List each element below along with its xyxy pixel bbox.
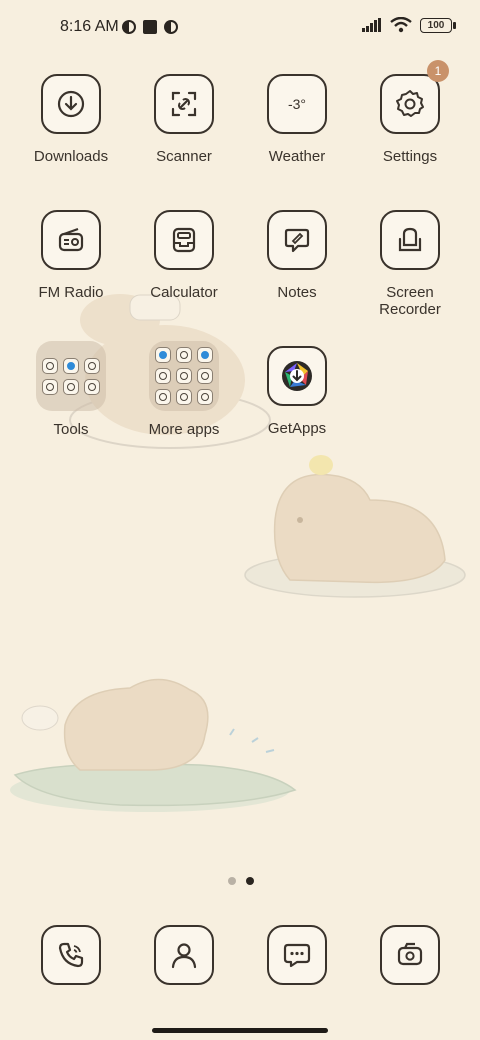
folder-more-apps[interactable]: More apps xyxy=(129,341,239,438)
radio-icon xyxy=(41,210,101,270)
downloads-icon xyxy=(41,74,101,134)
app-notification-icon xyxy=(122,20,136,34)
app-label: Screen Recorder xyxy=(379,284,441,318)
folder-tools[interactable]: Tools xyxy=(16,341,126,438)
app-scanner[interactable]: Scanner xyxy=(129,74,239,165)
folder-icon xyxy=(149,341,219,411)
app-label: FM Radio xyxy=(38,284,104,301)
app-label: Scanner xyxy=(156,148,212,165)
app-notification-icon xyxy=(164,20,178,34)
wifi-icon xyxy=(390,17,412,33)
messages-icon[interactable] xyxy=(267,925,327,985)
calculator-icon xyxy=(154,210,214,270)
page-indicator xyxy=(228,877,254,885)
app-fm-radio[interactable]: FM Radio xyxy=(16,210,126,301)
status-bar: 8:16 AM 100 xyxy=(0,0,480,56)
app-settings[interactable]: 1 Settings xyxy=(355,60,465,165)
notification-badge: 1 xyxy=(427,60,449,82)
app-weather[interactable]: -3° Weather xyxy=(242,74,352,165)
folder-icon xyxy=(36,341,106,411)
gear-icon xyxy=(380,74,440,134)
screen-recorder-icon xyxy=(380,210,440,270)
folder-label: More apps xyxy=(148,421,220,438)
app-label: Calculator xyxy=(150,284,218,301)
app-screen-recorder[interactable]: Screen Recorder xyxy=(355,210,465,318)
app-calculator[interactable]: Calculator xyxy=(129,210,239,301)
app-getapps[interactable]: GetApps xyxy=(242,346,352,437)
notification-icons xyxy=(121,19,179,35)
app-downloads[interactable]: Downloads xyxy=(16,74,126,165)
system-icons: 100 xyxy=(362,17,456,33)
weather-icon: -3° xyxy=(267,74,327,134)
folder-label: Tools xyxy=(53,421,89,438)
app-label: Settings xyxy=(382,148,438,165)
battery-indicator: 100 xyxy=(420,17,456,33)
app-label: Weather xyxy=(268,148,326,165)
app-notes[interactable]: Notes xyxy=(242,210,352,301)
weather-temperature: -3° xyxy=(287,96,307,112)
home-gesture-bar[interactable] xyxy=(152,1028,328,1033)
square-notification-icon xyxy=(143,20,157,34)
page-dot-active[interactable] xyxy=(246,877,254,885)
app-label: GetApps xyxy=(267,420,327,437)
getapps-icon xyxy=(267,346,327,406)
app-label: Notes xyxy=(277,284,317,301)
notes-icon xyxy=(267,210,327,270)
contacts-icon[interactable] xyxy=(154,925,214,985)
signal-icon xyxy=(362,18,381,32)
phone-icon[interactable] xyxy=(41,925,101,985)
camera-icon[interactable] xyxy=(380,925,440,985)
status-time: 8:16 AM xyxy=(60,18,119,35)
scanner-icon xyxy=(154,74,214,134)
app-label: Downloads xyxy=(33,148,109,165)
page-dot[interactable] xyxy=(228,877,236,885)
